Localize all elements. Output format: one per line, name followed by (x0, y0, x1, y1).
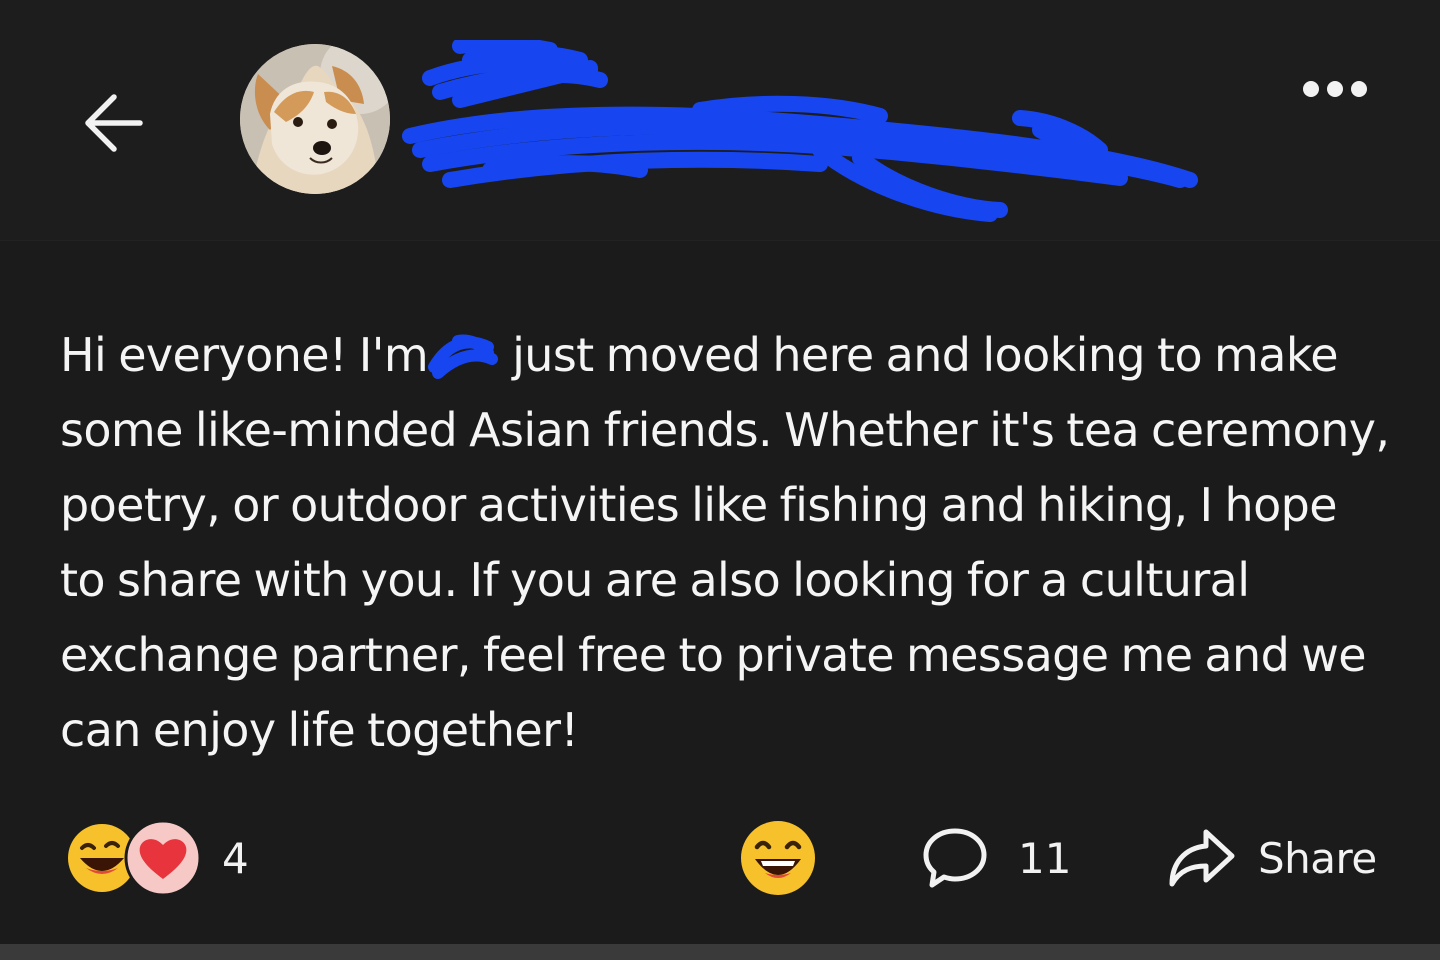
heart-reaction-icon (124, 819, 202, 897)
post-text-body: just moved here and looking to make some… (60, 328, 1390, 757)
reactions-summary[interactable]: 4 (66, 819, 249, 897)
avatar[interactable] (240, 44, 390, 194)
comment-button[interactable]: 11 (920, 820, 1071, 896)
post-header (0, 0, 1440, 241)
comment-bubble-icon (923, 828, 987, 888)
react-button[interactable] (738, 820, 818, 896)
redaction-mark (428, 334, 499, 379)
dog-avatar (240, 44, 390, 194)
back-button[interactable] (70, 80, 156, 166)
post-screen: Hi everyone! I'm just moved here and loo… (0, 0, 1440, 960)
bottom-divider (0, 944, 1440, 960)
comment-count: 11 (1018, 833, 1072, 883)
post-text: Hi everyone! I'm just moved here and loo… (60, 318, 1390, 768)
author-name-redacted (400, 35, 1210, 230)
laughing-face-icon (741, 821, 815, 895)
share-arrow-icon (1169, 829, 1235, 887)
more-options-button[interactable] (1290, 66, 1380, 112)
share-label: Share (1258, 833, 1377, 883)
name-redaction (428, 333, 500, 379)
post-actions-bar: 4 11 Share (0, 800, 1440, 920)
post-text-intro: Hi everyone! I'm (60, 328, 429, 382)
more-dots-icon (1303, 81, 1367, 97)
arrow-left-icon (85, 94, 143, 152)
share-button[interactable]: Share (1166, 820, 1377, 896)
reaction-count: 4 (222, 833, 249, 883)
redaction-scribble (402, 35, 1198, 222)
